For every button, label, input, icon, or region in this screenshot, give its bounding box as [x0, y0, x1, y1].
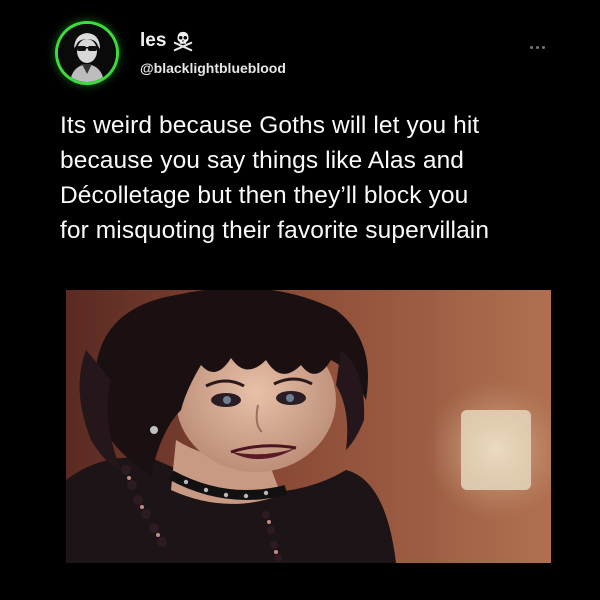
post-text: Its weird because Goths will let you hit…: [60, 108, 560, 248]
more-icon[interactable]: [530, 42, 552, 52]
author-name-row: les: [140, 30, 194, 52]
post-text-line: Décolletage but then they’ll block you: [60, 182, 469, 209]
author-display-name[interactable]: les: [140, 30, 166, 52]
post-media-image[interactable]: [66, 290, 551, 563]
more-dot: [536, 45, 539, 49]
post-card: les @blacklightblueblood Its weird becau…: [0, 0, 600, 600]
skull-crossbones-icon: [174, 31, 193, 52]
more-dot: [530, 45, 533, 49]
post-text-line: because you say things like Alas and: [60, 147, 465, 174]
post-header: les @blacklightblueblood: [58, 24, 545, 84]
post-text-line: for misquoting their favorite supervilla…: [60, 217, 490, 244]
more-dot: [542, 45, 545, 49]
media-photo: [66, 290, 551, 563]
post-text-line: Its weird because Goths will let you hit: [60, 112, 480, 139]
avatar-image: [58, 24, 116, 82]
avatar[interactable]: [58, 24, 116, 82]
author-handle[interactable]: @blacklightblueblood: [140, 60, 286, 76]
